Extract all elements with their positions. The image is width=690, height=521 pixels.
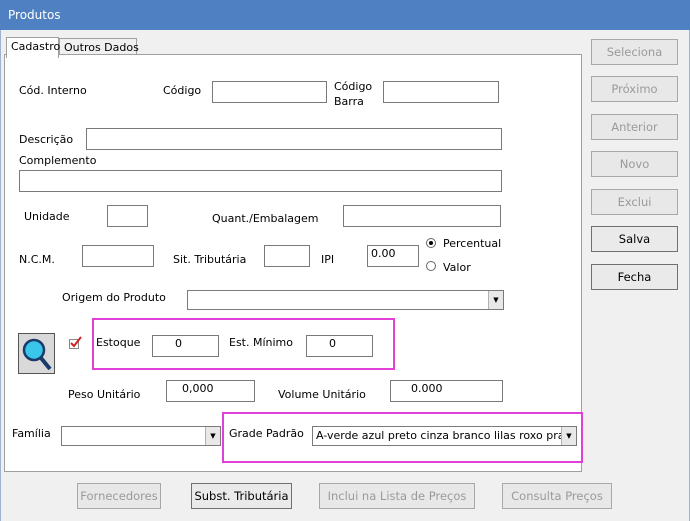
volume-unitario-label: Volume Unitário [278, 388, 366, 401]
origem-select[interactable]: ▼ [187, 290, 504, 310]
anterior-button[interactable]: Anterior [591, 114, 678, 140]
peso-unitario-field[interactable]: 0,000 [166, 380, 255, 402]
peso-unitario-label: Peso Unitário [68, 388, 141, 401]
grade-padrao-label: Grade Padrão [229, 427, 304, 440]
title-bar[interactable] [0, 0, 690, 30]
checkmark-icon [69, 336, 82, 349]
descricao-field[interactable] [86, 128, 502, 150]
estoque-label: Estoque [96, 336, 141, 349]
origem-label: Origem do Produto [62, 291, 166, 304]
seleciona-button[interactable]: Seleciona [591, 39, 678, 65]
chevron-down-icon[interactable]: ▼ [561, 427, 576, 445]
codigo-barra-label-line2: Barra [334, 95, 364, 108]
sit-tributaria-label: Sit. Tributária [173, 253, 247, 266]
codigo-barra-label-line1: Código [334, 80, 373, 93]
complemento-field[interactable] [19, 170, 502, 192]
complemento-label: Complemento [19, 154, 97, 167]
ipi-label: IPI [321, 253, 335, 266]
codigo-label: Código [163, 84, 202, 97]
chevron-down-icon[interactable]: ▼ [205, 427, 220, 445]
fornecedores-button[interactable]: Fornecedores [77, 483, 161, 509]
consulta-precos-button[interactable]: Consulta Preços [502, 483, 612, 509]
subst-tributaria-button[interactable]: Subst. Tributária [191, 483, 292, 509]
sit-tributaria-field[interactable] [264, 245, 310, 267]
ncm-label: N.C.M. [19, 253, 55, 266]
fecha-button[interactable]: Fecha [591, 264, 678, 290]
unidade-field[interactable] [107, 205, 148, 227]
ncm-field[interactable] [82, 245, 154, 267]
novo-button[interactable]: Novo [591, 151, 678, 177]
cod-interno-label: Cód. Interno [19, 84, 87, 97]
ipi-field[interactable]: 0.00 [367, 245, 419, 267]
exclui-button[interactable]: Exclui [591, 189, 678, 215]
tab-cadastro[interactable]: Cadastro [6, 37, 60, 58]
window-title: Produtos [8, 8, 61, 22]
volume-unitario-field[interactable]: 0.000 [390, 380, 503, 402]
magnifier-icon [22, 338, 52, 371]
codigo-field[interactable] [212, 81, 327, 103]
est-minimo-field[interactable]: 0 [306, 335, 373, 357]
familia-select[interactable]: ▼ [61, 426, 221, 446]
percentual-label: Percentual [443, 237, 502, 250]
valor-label: Valor [443, 261, 471, 274]
valor-radio[interactable] [426, 261, 436, 271]
unidade-label: Unidade [24, 210, 70, 223]
est-minimo-label: Est. Mínimo [229, 336, 294, 349]
grade-padrao-select[interactable]: A-verde azul preto cinza branco lilas ro… [312, 426, 577, 446]
quant-embalagem-field[interactable] [343, 205, 501, 227]
salva-button[interactable]: Salva [591, 226, 678, 252]
inclui-lista-precos-button[interactable]: Inclui na Lista de Preços [319, 483, 475, 509]
proximo-button[interactable]: Próximo [591, 76, 678, 102]
chevron-down-icon[interactable]: ▼ [488, 291, 503, 309]
search-product-button[interactable] [18, 333, 55, 374]
estoque-field[interactable]: 0 [152, 335, 219, 357]
percentual-radio[interactable] [426, 238, 436, 248]
familia-label: Família [12, 427, 51, 440]
codigo-barra-field[interactable] [383, 81, 499, 103]
quant-embalagem-label: Quant./Embalagem [212, 212, 319, 225]
descricao-label: Descrição [19, 133, 74, 146]
